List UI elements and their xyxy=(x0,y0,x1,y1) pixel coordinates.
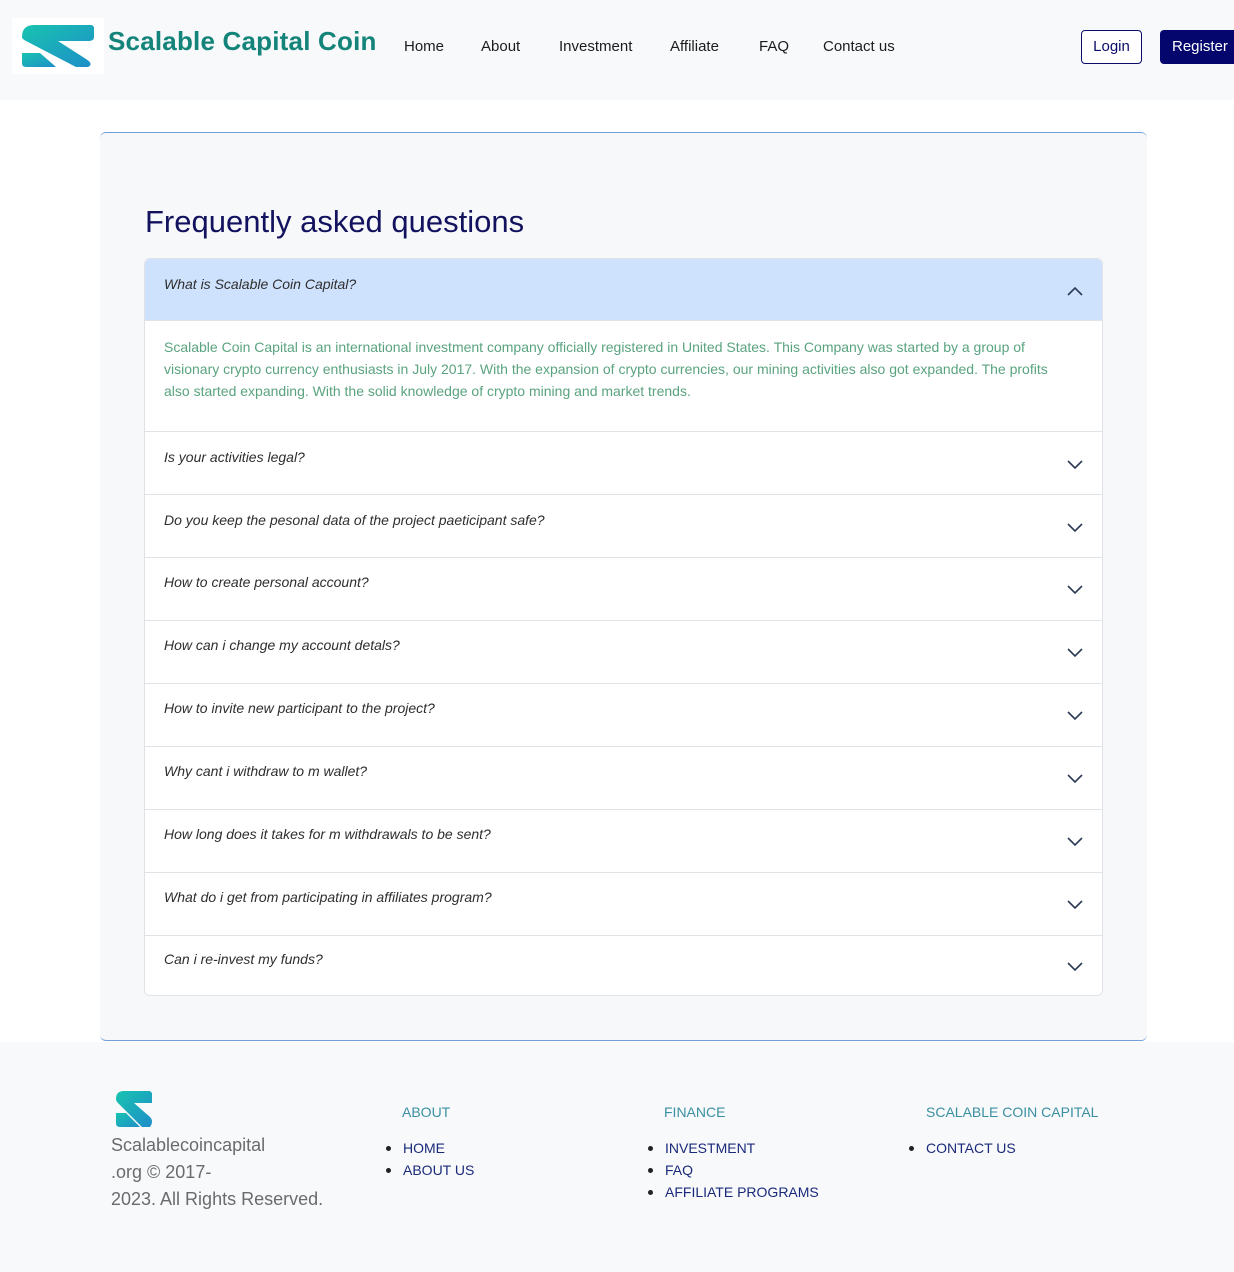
faq-question: Why cant i withdraw to m wallet? xyxy=(164,763,368,779)
chevron-up-icon xyxy=(1067,286,1083,296)
faq-item[interactable]: How to invite new participant to the pro… xyxy=(145,683,1102,746)
chevron-down-icon xyxy=(1067,460,1083,470)
faq-answer: Scalable Coin Capital is an internationa… xyxy=(164,339,1048,399)
chevron-down-icon xyxy=(1067,585,1083,595)
footer-heading-finance: FINANCE xyxy=(664,1104,726,1120)
footer-links-company: CONTACT US xyxy=(909,1137,1016,1159)
footer-link-investment[interactable]: INVESTMENT xyxy=(648,1137,819,1159)
faq-question: How to create personal account? xyxy=(164,574,369,590)
faq-question: How to invite new participant to the pro… xyxy=(164,700,435,716)
nav-home[interactable]: Home xyxy=(404,38,444,55)
footer-heading-company: SCALABLE COIN CAPITAL xyxy=(926,1104,1099,1120)
copyright-line: Scalablecoincapital xyxy=(111,1135,266,1155)
faq-item[interactable]: Why cant i withdraw to m wallet? xyxy=(145,746,1102,809)
nav-about[interactable]: About xyxy=(481,38,520,55)
faq-item[interactable]: Is your activities legal? xyxy=(145,431,1102,494)
faq-question: How long does it takes for m withdrawals… xyxy=(164,826,491,842)
register-button[interactable]: Register xyxy=(1160,30,1234,64)
chevron-down-icon xyxy=(1067,523,1083,533)
faq-item-open-header[interactable]: What is Scalable Coin Capital? xyxy=(145,259,1102,321)
copyright-line: 2023. All Rights Reserved. xyxy=(111,1189,324,1209)
nav-affiliate[interactable]: Affiliate xyxy=(670,38,719,55)
faq-question: Can i re-invest my funds? xyxy=(164,951,323,967)
chevron-down-icon xyxy=(1067,711,1083,721)
copyright-text: Scalablecoincapital .org © 2017- 2023. A… xyxy=(111,1132,341,1213)
chevron-down-icon xyxy=(1067,900,1083,910)
chevron-down-icon xyxy=(1067,962,1083,972)
nav-contact-us[interactable]: Contact us xyxy=(823,38,895,55)
faq-item[interactable]: How to create personal account? xyxy=(145,557,1102,620)
faq-question: How can i change my account detals? xyxy=(164,637,400,653)
brand-name[interactable]: Scalable Capital Coin xyxy=(108,26,377,57)
footer-heading-about: ABOUT xyxy=(402,1104,451,1120)
faq-item[interactable]: Can i re-invest my funds? xyxy=(145,935,1102,995)
faq-question: Is your activities legal? xyxy=(164,449,305,465)
nav-investment[interactable]: Investment xyxy=(559,38,632,55)
footer-links-finance: INVESTMENT FAQ AFFILIATE PROGRAMS xyxy=(648,1137,819,1203)
faq-item[interactable]: How can i change my account detals? xyxy=(145,620,1102,683)
footer-link-faq[interactable]: FAQ xyxy=(648,1159,819,1181)
faq-item[interactable]: Do you keep the pesonal data of the proj… xyxy=(145,494,1102,557)
faq-item[interactable]: How long does it takes for m withdrawals… xyxy=(145,809,1102,872)
site-header: Scalable Capital Coin Home About Investm… xyxy=(0,0,1234,100)
footer-link-affiliate-programs[interactable]: AFFILIATE PROGRAMS xyxy=(648,1181,819,1203)
footer-links-about: HOME ABOUT US xyxy=(386,1137,474,1181)
brand-logo-icon[interactable] xyxy=(12,18,104,74)
faq-question: What do i get from participating in affi… xyxy=(164,889,492,905)
faq-item[interactable]: What do i get from participating in affi… xyxy=(145,872,1102,935)
footer-link-about-us[interactable]: ABOUT US xyxy=(386,1159,474,1181)
footer-link-home[interactable]: HOME xyxy=(386,1137,474,1159)
login-button[interactable]: Login xyxy=(1081,30,1142,64)
chevron-down-icon xyxy=(1067,837,1083,847)
faq-question: What is Scalable Coin Capital? xyxy=(164,276,357,292)
faq-accordion: What is Scalable Coin Capital? Scalable … xyxy=(144,258,1103,996)
chevron-down-icon xyxy=(1067,774,1083,784)
nav-faq[interactable]: FAQ xyxy=(759,38,789,55)
chevron-down-icon xyxy=(1067,648,1083,658)
copyright-line: .org © 2017- xyxy=(111,1162,212,1182)
footer-link-contact-us[interactable]: CONTACT US xyxy=(909,1137,1016,1159)
page-title: Frequently asked questions xyxy=(145,204,525,239)
footer-logo-icon xyxy=(116,1091,152,1127)
faq-question: Do you keep the pesonal data of the proj… xyxy=(164,512,545,528)
